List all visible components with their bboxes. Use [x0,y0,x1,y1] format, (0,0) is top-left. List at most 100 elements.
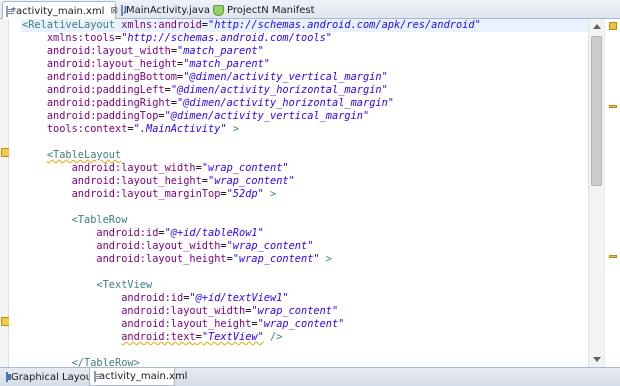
xml-value: "TextView" [201,331,264,343]
warning-marker[interactable] [609,255,617,258]
tab-label: ProjectN Manifest [227,4,315,16]
code-line[interactable]: android:paddingTop="@dimen/activity_vert… [22,110,591,123]
xml-value: "@dimen/activity_horizontal_margin" [170,84,388,96]
code-line[interactable] [22,201,591,214]
code-punct [22,331,121,343]
code-punct [22,71,47,83]
close-icon[interactable]: ⊠ [110,6,118,16]
xml-attribute: tools:context [46,123,128,135]
xml-tag: /> [270,331,283,343]
xml-value: "http://schemas.android.com/tools" [121,32,332,44]
code-line[interactable]: android:layout_width="wrap_content" [22,240,591,253]
code-line[interactable]: android:id="@+id/tableRow1" [22,227,591,240]
code-line[interactable]: xmlns:tools="http://schemas.android.com/… [22,32,591,45]
code-punct [22,175,72,187]
editor-mode-tab-bar: Graphical Layout activity_main.xml [0,367,620,386]
code-line[interactable]: android:layout_height="wrap_content" [22,175,591,188]
scroll-up-arrow-icon[interactable] [593,24,601,29]
code-line[interactable]: <TableLayout [22,149,591,162]
xml-tag: <TableRow [71,214,128,226]
code-punct [22,318,121,330]
code-punct [22,188,72,200]
code-punct [22,214,72,226]
code-line[interactable]: android:paddingLeft="@dimen/activity_hor… [22,84,591,97]
xml-attribute: xmlns:tools [46,32,116,44]
xml-attribute: android:layout_marginTop [71,188,221,200]
xml-attribute: android:layout_height [46,58,177,70]
code-line[interactable]: android:layout_width="wrap_content" [22,162,591,175]
tab-activity-main-xml-source[interactable]: activity_main.xml [89,368,187,386]
tab-label: MainActivity.java [126,4,210,16]
code-line[interactable]: <RelativeLayout xmlns:android="http://sc… [21,19,591,32]
code-line[interactable]: android:id="@+id/textView1" [22,292,591,305]
xml-file-icon [6,5,14,17]
code-punct [22,253,96,265]
code-punct [22,227,96,239]
scrollbar-thumb[interactable] [591,36,602,186]
xml-attribute: android:paddingLeft [46,84,165,96]
code-line[interactable] [22,266,591,279]
xml-attribute: android:layout_height [96,253,227,265]
xml-value: "@+id/textView1" [189,292,289,304]
xml-attribute: android:id [96,227,159,239]
xml-attribute: android:layout_width [121,305,246,317]
xml-value: "http://schemas.android.com/apk/res/andr… [208,19,481,31]
code-punct [22,58,47,70]
xml-attribute: android:text [121,331,196,343]
code-line[interactable] [22,136,591,149]
xml-attribute: android:layout_height [71,175,202,187]
xml-value: "@dimen/activity_horizontal_margin" [177,97,394,109]
overview-ruler [604,19,620,367]
graphical-layout-icon [6,372,11,382]
tab-mainactivity-java[interactable]: MainActivity.java [118,1,210,19]
xml-attribute: android:paddingRight [46,97,171,109]
code-line[interactable]: android:layout_marginTop="52dp" > [22,188,591,201]
code-punct [22,84,47,96]
code-text[interactable]: <RelativeLayout xmlns:android="http://sc… [21,19,591,370]
xml-tag: <TableLayout [46,149,122,161]
code-line[interactable]: tools:context=".MainActivity" > [22,123,591,136]
xml-attribute: android:layout_height [121,318,252,330]
scroll-down-arrow-icon[interactable] [593,357,601,362]
xml-attribute: android:layout_width [46,45,171,57]
code-punct [22,305,121,317]
vertical-scrollbar[interactable] [588,19,604,367]
xml-tag: > [232,123,240,135]
code-line[interactable]: android:text="TextView" /> [22,331,591,344]
xml-value: "match_parent" [183,58,270,70]
code-line[interactable]: <TableRow [22,214,591,227]
xml-attribute: android:layout_width [71,162,196,174]
line-ruler [9,19,21,367]
xml-attribute: android:id [121,292,184,304]
xml-file-icon [94,371,102,382]
code-punct [22,45,47,57]
code-line[interactable]: android:layout_width="wrap_content" [22,305,591,318]
xml-tag: > [325,253,332,265]
xml-value: "wrap_content" [201,162,289,174]
code-punct [22,240,96,252]
tab-label: Graphical Layout [11,371,97,383]
tab-label: *activity_main.xml [11,5,105,17]
code-punct [22,110,47,122]
code-line[interactable]: android:layout_height="wrap_content" > [22,253,591,266]
code-line[interactable]: android:layout_height="wrap_content" [22,318,591,331]
warning-marker[interactable] [609,105,617,108]
code-line[interactable] [22,344,591,357]
xml-value: "wrap_content" [226,240,314,252]
xml-value: "@dimen/activity_vertical_margin" [183,71,388,83]
warning-summary-icon[interactable] [609,22,617,30]
code-punct [22,149,47,161]
editor-tab-bar: *activity_main.xml ⊠ MainActivity.java P… [0,0,620,20]
code-line[interactable]: android:layout_height="match_parent" [22,58,591,71]
xml-value: "@+id/tableRow1" [164,227,264,239]
code-line[interactable]: <TextView [22,279,591,292]
xml-value: "wrap_content" [257,318,345,330]
code-line[interactable]: android:layout_width="match_parent" [22,45,591,58]
tab-project-manifest[interactable]: ProjectN Manifest [210,1,315,19]
xml-editor[interactable]: <RelativeLayout xmlns:android="http://sc… [0,19,620,370]
tab-graphical-layout[interactable]: Graphical Layout [2,368,96,386]
code-line[interactable]: android:paddingBottom="@dimen/activity_v… [22,71,591,84]
java-file-icon [121,4,127,16]
tab-activity-main-xml[interactable]: *activity_main.xml ⊠ [2,1,118,20]
code-line[interactable]: android:paddingRight="@dimen/activity_ho… [22,97,591,110]
